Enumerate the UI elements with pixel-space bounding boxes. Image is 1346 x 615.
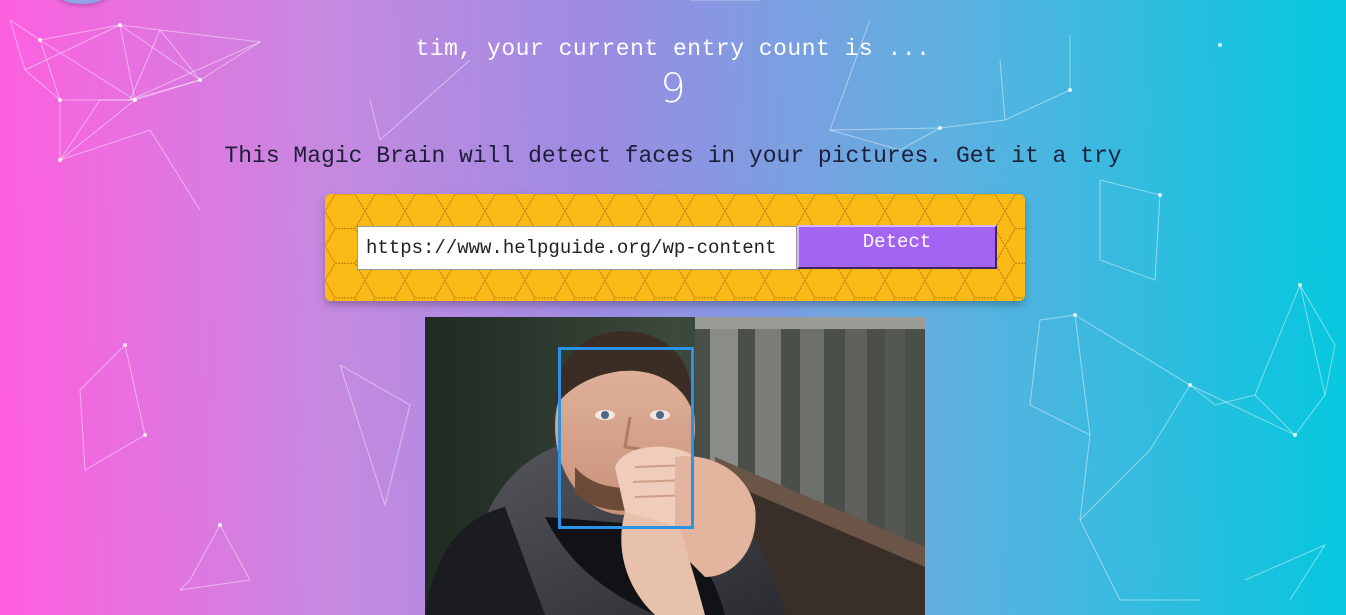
face-image xyxy=(425,317,925,615)
rank-message: tim, your current entry count is ... xyxy=(415,36,931,62)
detect-button[interactable]: Detect xyxy=(797,225,997,269)
face-bounding-box xyxy=(558,347,694,529)
entry-count: 9 xyxy=(660,66,686,112)
image-url-input[interactable] xyxy=(357,226,797,270)
brain-logo[interactable] xyxy=(52,0,112,4)
image-link-form: Detect xyxy=(325,194,1025,301)
tagline: This Magic Brain will detect faces in yo… xyxy=(224,143,1122,169)
